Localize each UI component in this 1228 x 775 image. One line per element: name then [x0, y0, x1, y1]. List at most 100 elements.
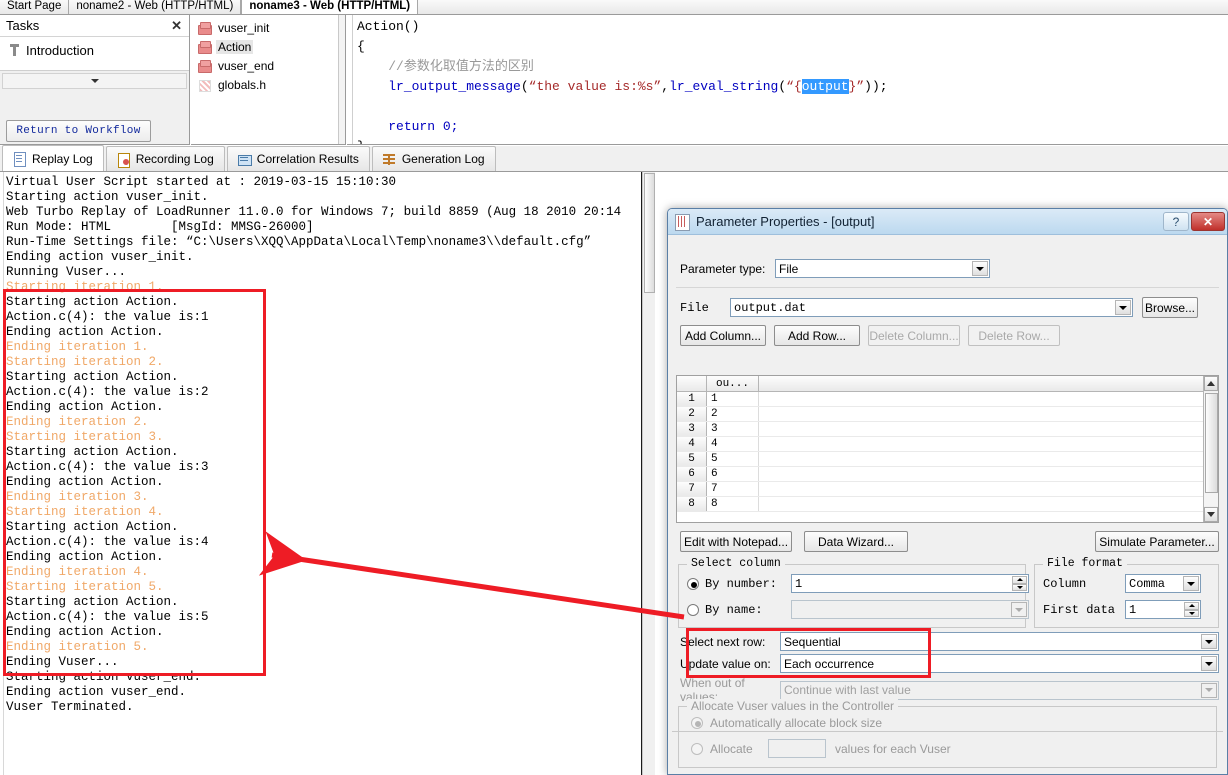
auto-allocate-row[interactable]: Automatically allocate block size — [691, 716, 882, 730]
code-string-param-open: “{ — [786, 79, 802, 94]
by-number-radio[interactable] — [687, 577, 699, 590]
table-row[interactable]: 88 — [677, 497, 1218, 512]
manual-allocate-row[interactable]: Allocate values for each Vuser — [691, 739, 951, 758]
row-header[interactable]: 6 — [677, 467, 707, 481]
first-data-spinner[interactable] — [1184, 602, 1199, 617]
simulate-parameter-button[interactable]: Simulate Parameter... — [1095, 531, 1219, 552]
row-header[interactable]: 8 — [677, 497, 707, 511]
table-row[interactable]: 22 — [677, 407, 1218, 422]
grid-column-header[interactable]: ou... — [707, 376, 759, 391]
table-row[interactable]: 33 — [677, 422, 1218, 437]
tree-item-action[interactable]: Action — [195, 37, 345, 56]
auto-allocate-radio[interactable] — [691, 717, 703, 729]
by-number-input[interactable]: 1 — [791, 574, 1029, 593]
code-editor[interactable]: Action() { //参数化取值方法的区别 lr_output_messag… — [347, 15, 1228, 145]
table-cell[interactable]: 8 — [707, 497, 759, 511]
parameter-type-select[interactable]: File — [775, 259, 990, 278]
grid-vertical-scrollbar[interactable] — [1203, 376, 1218, 522]
tab-recording-log[interactable]: Recording Log — [105, 146, 225, 171]
row-header[interactable]: 3 — [677, 422, 707, 436]
table-row[interactable]: 66 — [677, 467, 1218, 482]
correlation-results-icon — [237, 153, 252, 166]
delete-column-button[interactable]: Delete Column... — [868, 325, 960, 346]
document-tab-start-page[interactable]: Start Page — [0, 0, 70, 14]
chevron-down-icon[interactable] — [1201, 634, 1217, 649]
help-button[interactable]: ? — [1163, 212, 1189, 231]
close-icon[interactable]: ✕ — [1191, 212, 1225, 231]
column-format-select[interactable]: Comma — [1125, 574, 1201, 593]
table-cell[interactable]: 7 — [707, 482, 759, 496]
by-name-radio[interactable] — [687, 603, 699, 616]
tasks-collapse-bar[interactable] — [2, 73, 187, 89]
chevron-down-icon[interactable] — [1201, 656, 1217, 671]
table-cell[interactable]: 2 — [707, 407, 759, 421]
table-cell[interactable]: 6 — [707, 467, 759, 481]
task-item-introduction[interactable]: Introduction — [0, 37, 189, 63]
browse-button[interactable]: Browse... — [1142, 297, 1198, 318]
chevron-down-icon[interactable] — [1201, 682, 1217, 698]
parameter-properties-dialog[interactable]: Parameter Properties - [output] ? ✕ Para… — [667, 208, 1228, 775]
manual-allocate-label: Allocate — [710, 741, 753, 756]
delete-row-button[interactable]: Delete Row... — [968, 325, 1060, 346]
log-scroll-thumb[interactable] — [644, 173, 655, 293]
tree-item-vuser-end[interactable]: vuser_end — [195, 56, 345, 75]
row-header[interactable]: 2 — [677, 407, 707, 421]
tree-scrollbar[interactable] — [338, 15, 345, 144]
by-name-row[interactable]: By name: — [687, 600, 1029, 619]
document-tab-noname3[interactable]: noname3 - Web (HTTP/HTML) — [241, 0, 419, 14]
table-cell[interactable]: 3 — [707, 422, 759, 436]
row-header[interactable]: 7 — [677, 482, 707, 496]
file-path-input[interactable]: output.dat — [730, 298, 1133, 317]
by-name-select[interactable] — [791, 600, 1029, 619]
table-row[interactable]: 11 — [677, 392, 1218, 407]
document-tab-noname2[interactable]: noname2 - Web (HTTP/HTML) — [69, 0, 242, 14]
table-row[interactable]: 55 — [677, 452, 1218, 467]
tab-generation-log[interactable]: Generation Log — [371, 146, 496, 171]
chevron-down-icon[interactable] — [1115, 300, 1131, 315]
data-wizard-button[interactable]: Data Wizard... — [804, 531, 908, 552]
table-row[interactable]: 77 — [677, 482, 1218, 497]
chevron-down-icon[interactable] — [1011, 602, 1027, 617]
first-data-input[interactable]: 1 — [1125, 600, 1201, 619]
code-selected-parameter[interactable]: output — [801, 79, 849, 94]
add-row-button[interactable]: Add Row... — [774, 325, 860, 346]
close-icon[interactable]: ✕ — [168, 18, 185, 34]
by-number-row[interactable]: By number: 1 — [687, 574, 1029, 593]
table-cell[interactable]: 4 — [707, 437, 759, 451]
spinner-up-icon[interactable] — [1012, 576, 1027, 584]
scroll-up-button[interactable] — [1204, 376, 1218, 391]
log-line: Starting iteration 1. — [6, 280, 164, 294]
chevron-down-icon[interactable] — [972, 261, 988, 276]
add-column-button[interactable]: Add Column... — [680, 325, 766, 346]
spinner-up-icon[interactable] — [1184, 602, 1199, 610]
parameter-data-grid[interactable]: ou... 1122334455667788 — [676, 375, 1219, 523]
scroll-down-button[interactable] — [1204, 507, 1218, 522]
select-next-row-select[interactable]: Sequential — [780, 632, 1219, 651]
dialog-title-bar[interactable]: Parameter Properties - [output] ? ✕ — [668, 209, 1227, 235]
allocate-count-input[interactable] — [768, 739, 826, 758]
edit-with-notepad-button[interactable]: Edit with Notepad... — [680, 531, 792, 552]
log-line: Ending action Action. — [6, 550, 164, 564]
chevron-down-icon[interactable] — [1183, 576, 1199, 591]
grid-scroll-thumb[interactable] — [1205, 393, 1218, 493]
spinner-down-icon[interactable] — [1012, 583, 1027, 591]
log-vertical-scrollbar[interactable] — [642, 172, 655, 775]
spinner-down-icon[interactable] — [1184, 609, 1199, 617]
row-header[interactable]: 4 — [677, 437, 707, 451]
tree-item-globals-h[interactable]: globals.h — [195, 75, 345, 94]
update-value-on-row: Update value on: Each occurrence — [680, 654, 1219, 673]
table-row[interactable]: 44 — [677, 437, 1218, 452]
update-value-on-select[interactable]: Each occurrence — [780, 654, 1219, 673]
tree-item-vuser-init[interactable]: vuser_init — [195, 18, 345, 37]
tab-replay-log[interactable]: Replay Log — [2, 145, 104, 171]
table-cell[interactable]: 1 — [707, 392, 759, 406]
row-header[interactable]: 1 — [677, 392, 707, 406]
when-out-of-values-select[interactable]: Continue with last value — [780, 680, 1219, 700]
table-cell[interactable]: 5 — [707, 452, 759, 466]
return-to-workflow-button[interactable]: Return to Workflow — [6, 120, 151, 142]
by-number-spinner[interactable] — [1012, 576, 1027, 591]
replay-log-output[interactable]: Virtual User Script started at : 2019-03… — [0, 172, 655, 775]
tab-correlation-results[interactable]: Correlation Results — [226, 146, 370, 171]
manual-allocate-radio[interactable] — [691, 742, 703, 755]
row-header[interactable]: 5 — [677, 452, 707, 466]
